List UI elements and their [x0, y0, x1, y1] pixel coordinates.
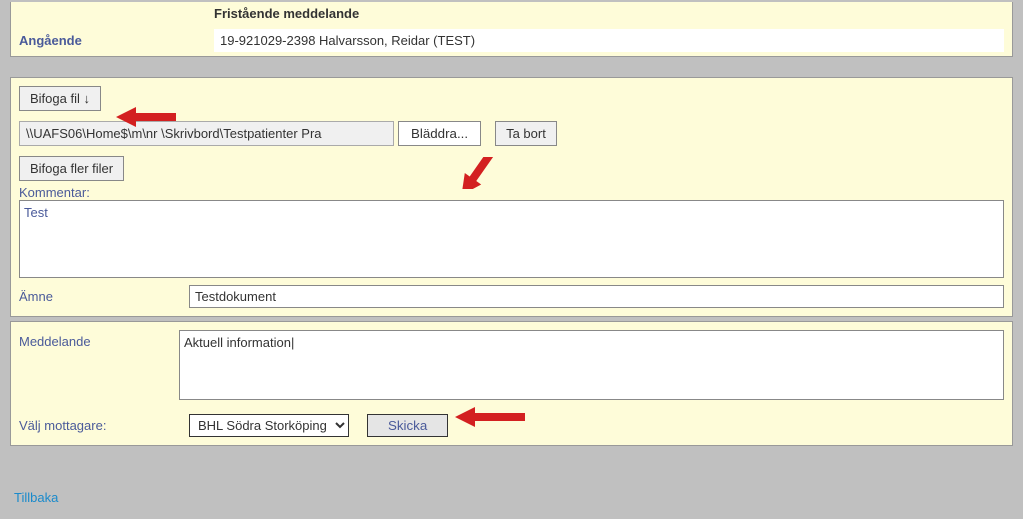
remove-button[interactable]: Ta bort [495, 121, 557, 146]
recipient-select[interactable]: BHL Södra Storköping [189, 414, 349, 437]
about-value: 19-921029-2398 Halvarsson, Reidar (TEST) [214, 29, 1004, 52]
subject-input[interactable] [189, 285, 1004, 308]
message-label: Meddelande [19, 330, 179, 400]
subject-label: Ämne [19, 289, 189, 304]
browse-button[interactable]: Bläddra... [398, 121, 481, 146]
attach-file-button[interactable]: Bifoga fil ↓ [19, 86, 101, 111]
comment-textarea[interactable] [19, 200, 1004, 278]
send-button[interactable]: Skicka [367, 414, 448, 437]
comment-label: Kommentar: [19, 185, 1004, 200]
attachment-panel: Bifoga fil ↓ \\UAFS06\Home$\m\nr \Skrivb… [10, 77, 1013, 317]
header-panel: Fristående meddelande Angående 19-921029… [10, 2, 1013, 57]
message-textarea[interactable] [179, 330, 1004, 400]
about-label: Angående [19, 33, 214, 48]
attach-more-files-button[interactable]: Bifoga fler filer [19, 156, 124, 181]
back-link[interactable]: Tillbaka [14, 490, 58, 505]
header-title: Fristående meddelande [214, 6, 359, 21]
recipient-label: Välj mottagare: [19, 418, 189, 433]
file-row: \\UAFS06\Home$\m\nr \Skrivbord\Testpatie… [19, 121, 1004, 146]
message-panel: Meddelande Välj mottagare: BHL Södra Sto… [10, 321, 1013, 446]
file-path-display: \\UAFS06\Home$\m\nr \Skrivbord\Testpatie… [19, 121, 394, 146]
